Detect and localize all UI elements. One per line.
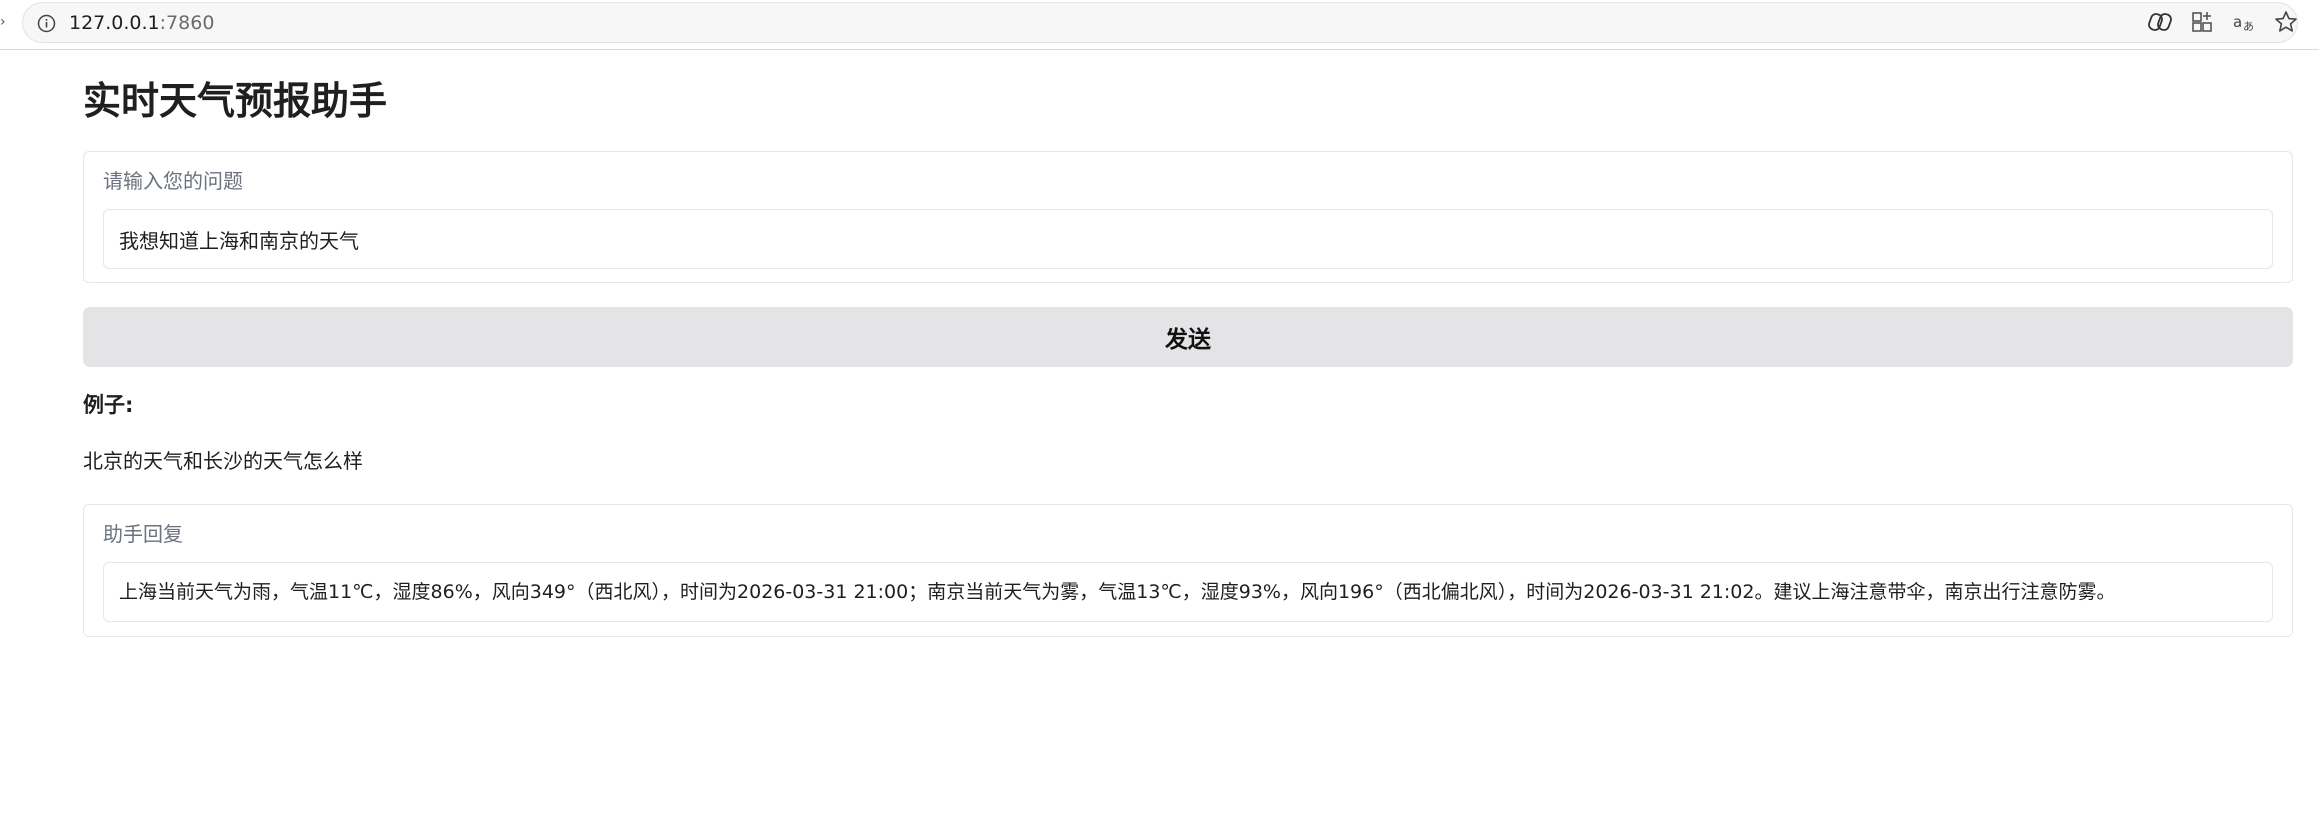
reply-output[interactable]: 上海当前天气为雨，气温11℃，湿度86%，风向349°（西北风），时间为2026… — [103, 562, 2273, 622]
question-panel: 请输入您的问题 — [83, 151, 2293, 283]
url-text[interactable]: 127.0.0.1:7860 — [69, 12, 214, 34]
svg-text:a: a — [2233, 13, 2242, 31]
send-button[interactable]: 发送 — [83, 307, 2293, 367]
extensions-icon[interactable] — [2189, 9, 2215, 35]
url-host: 127.0.0.1 — [69, 12, 160, 34]
browser-toolbar: › 127.0.0.1:7860 a あ — [0, 0, 2319, 50]
example-item[interactable]: 北京的天气和长沙的天气怎么样 — [83, 448, 363, 474]
question-label: 请输入您的问题 — [103, 169, 243, 193]
examples-heading: 例子: — [83, 393, 134, 417]
info-icon[interactable] — [37, 14, 56, 33]
address-bar[interactable]: 127.0.0.1:7860 — [22, 2, 2298, 43]
reply-label: 助手回复 — [103, 522, 183, 546]
url-port: :7860 — [159, 12, 215, 34]
reply-panel: 助手回复 上海当前天气为雨，气温11℃，湿度86%，风向349°（西北风），时间… — [83, 504, 2293, 637]
page-title: 实时天气预报助手 — [83, 79, 388, 123]
svg-text:あ: あ — [2243, 20, 2254, 33]
favorite-star-icon[interactable] — [2273, 9, 2299, 35]
copilot-icon[interactable] — [2147, 9, 2173, 35]
question-input[interactable] — [103, 209, 2273, 269]
toolbar-icons: a あ — [2147, 9, 2299, 35]
read-aloud-icon[interactable]: a あ — [2231, 9, 2257, 35]
tab-edge: › — [0, 14, 6, 30]
